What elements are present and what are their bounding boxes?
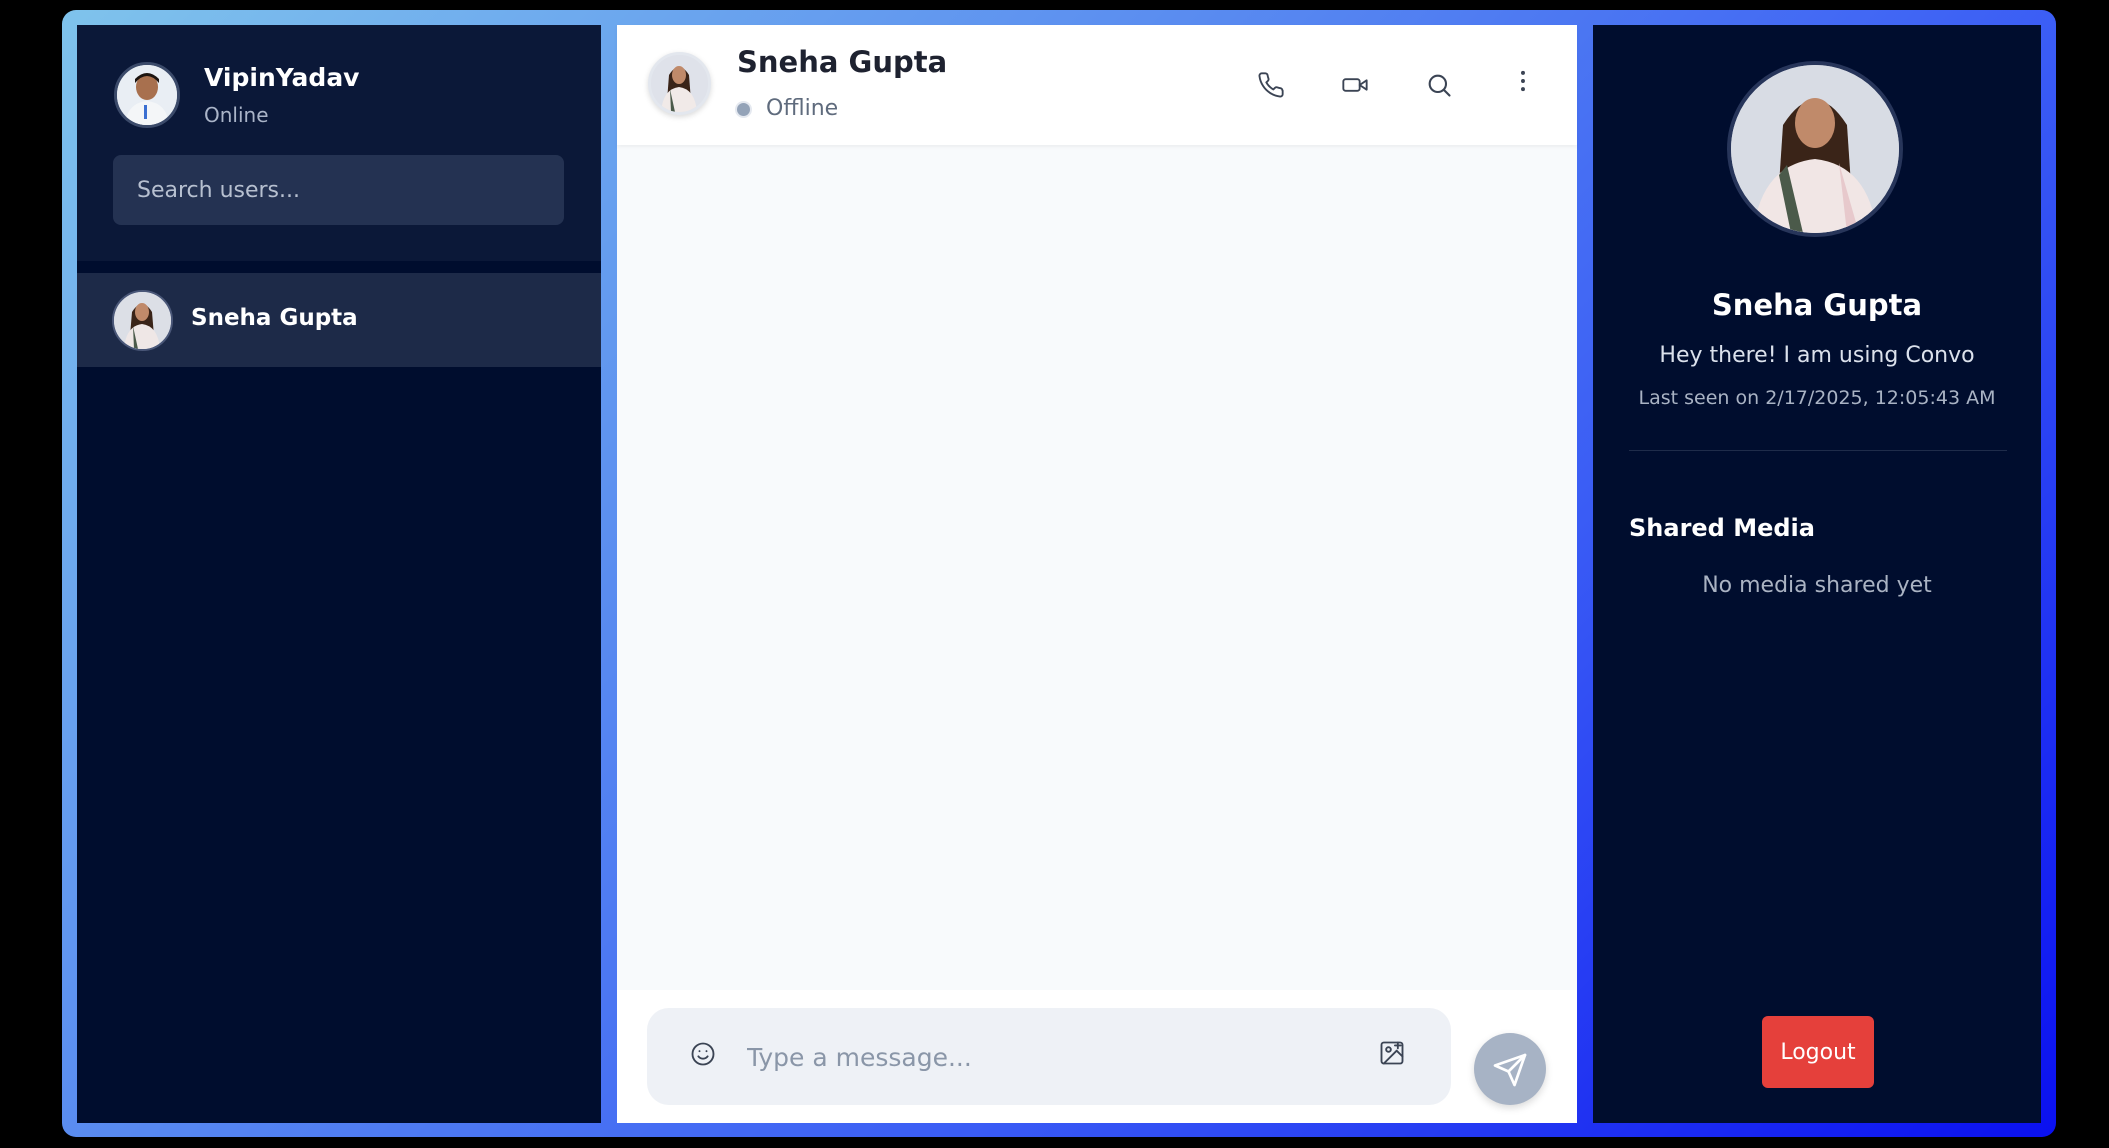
chat-contact-status: Offline: [766, 96, 839, 121]
message-input-wrapper: [647, 1008, 1451, 1105]
sidebar: VipinYadav Online Sneha Gupta: [77, 25, 601, 1123]
more-vertical-icon[interactable]: [1509, 67, 1537, 95]
profile-bio: Hey there! I am using Convo: [1659, 343, 1975, 368]
search-icon[interactable]: [1425, 71, 1453, 99]
logout-button[interactable]: Logout: [1762, 1016, 1874, 1088]
chat-header: Sneha Gupta Offline: [617, 25, 1577, 145]
profile-panel: Sneha Gupta Hey there! I am using Convo …: [1593, 25, 2041, 1123]
profile-last-seen: Last seen on 2/17/2025, 12:05:43 AM: [1638, 387, 1996, 409]
search-input[interactable]: [113, 155, 564, 225]
send-button[interactable]: [1474, 1033, 1546, 1105]
chat-contact-avatar[interactable]: [648, 52, 711, 115]
current-user-status: Online: [204, 103, 269, 127]
message-input[interactable]: [747, 1032, 1347, 1082]
chat-contact-name: Sneha Gupta: [737, 45, 948, 79]
current-user-avatar[interactable]: [114, 62, 180, 128]
profile-divider: [1629, 450, 2007, 451]
profile-avatar[interactable]: [1727, 61, 1903, 237]
current-user-name: VipinYadav: [204, 63, 360, 92]
profile-name: Sneha Gupta: [1711, 288, 1923, 322]
emoji-icon[interactable]: [689, 1040, 717, 1068]
sidebar-header: VipinYadav Online: [77, 25, 601, 261]
shared-media-empty: No media shared yet: [1702, 573, 1932, 598]
image-upload-icon[interactable]: [1378, 1039, 1406, 1067]
chat-panel: Sneha Gupta Offline: [617, 25, 1577, 1123]
send-icon: [1493, 1053, 1527, 1087]
contact-list-item[interactable]: Sneha Gupta: [77, 273, 601, 367]
message-area[interactable]: [617, 145, 1577, 1013]
contact-avatar: [112, 290, 173, 351]
message-composer: [617, 990, 1577, 1123]
offline-status-dot: [735, 101, 752, 118]
contact-name: Sneha Gupta: [191, 305, 358, 331]
video-icon[interactable]: [1341, 71, 1369, 99]
phone-icon[interactable]: [1257, 71, 1285, 99]
shared-media-title: Shared Media: [1629, 514, 1815, 542]
